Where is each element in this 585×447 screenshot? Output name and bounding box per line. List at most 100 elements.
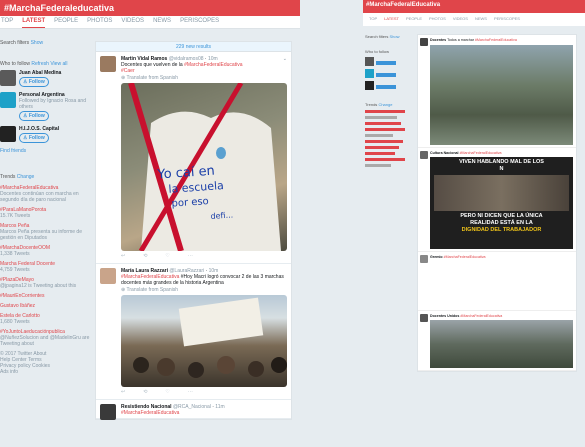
avatar[interactable] <box>0 70 16 86</box>
trend-item[interactable]: Gustavo Ibáñez <box>0 303 90 309</box>
meme-image[interactable]: VIVEN HABLANDO MAL DE LOS N PERO NI DICE… <box>430 157 573 249</box>
translate-link[interactable]: ⊕ Translate from Spanish <box>121 75 287 81</box>
trends-change[interactable]: Change <box>378 102 392 107</box>
tweet-author[interactable]: Docentes Unidos <box>430 314 459 318</box>
tab-news[interactable]: NEWS <box>153 18 171 28</box>
trend-item[interactable] <box>365 152 395 155</box>
tab-periscopes[interactable]: PERISCOPES <box>494 16 520 26</box>
tweet-photo[interactable] <box>121 295 287 387</box>
tweet-photo[interactable]: Yo caí en la escuela por eso defi... <box>121 83 287 251</box>
avatar[interactable] <box>100 268 116 284</box>
more-icon[interactable]: ··· <box>188 389 193 395</box>
tab-news[interactable]: NEWS <box>475 16 487 26</box>
avatar[interactable] <box>0 92 16 108</box>
tab-photos[interactable]: PHOTOS <box>87 18 112 28</box>
tweet[interactable]: Resistiendo Nacional @RCA_Nacional · 11m… <box>96 400 291 420</box>
trend-item[interactable]: #PlazaDeMayo @jpagina12 is Tweeting about… <box>0 277 90 289</box>
trend-item[interactable] <box>365 140 403 143</box>
tweet-photo[interactable] <box>430 320 573 368</box>
avatar[interactable] <box>365 57 374 66</box>
avatar[interactable] <box>420 255 428 263</box>
suggestion-name[interactable]: H.I.J.O.S. Capital <box>19 126 59 132</box>
tab-people[interactable]: PEOPLE <box>54 18 78 28</box>
follow-button[interactable]: ♙ Follow <box>19 111 49 121</box>
tweet[interactable]: Martin Vidal Ramos @vidalramos08 · 10m ⌄… <box>96 52 291 264</box>
tweet-author[interactable]: Gremio <box>430 255 443 259</box>
tab-latest[interactable]: LATEST <box>22 18 46 28</box>
search-filters: Search filters Show <box>0 40 90 46</box>
translate-link[interactable]: ⊕ Translate from Spanish <box>121 287 287 293</box>
avatar[interactable] <box>0 126 16 142</box>
chevron-down-icon[interactable]: ⌄ <box>283 56 287 62</box>
trend-item[interactable] <box>365 128 405 131</box>
hashtag[interactable]: #MarchaFederalEducativa <box>460 314 502 318</box>
tweet[interactable]: Docentes Todos a marchar #MarchaFederalE… <box>418 35 576 148</box>
trend-item[interactable] <box>365 122 401 125</box>
reply-icon[interactable]: ↩ <box>121 253 125 259</box>
hashtag[interactable]: #MarchaFederalEducativa <box>475 38 517 42</box>
find-friends-link[interactable]: Find friends <box>0 148 90 154</box>
tweet[interactable]: Docentes Unidos #MarchaFederalEducativa <box>418 311 576 371</box>
trend-item[interactable]: #ParaLaManoPorota 15.7K Tweets <box>0 207 90 219</box>
hashtag[interactable]: #MarchaFederalEducativa <box>121 410 287 416</box>
follow-button[interactable]: ♙ Follow <box>19 133 49 143</box>
tab-videos[interactable]: VIDEOS <box>453 16 468 26</box>
retweet-icon[interactable]: ⟲ <box>143 253 147 259</box>
trend-item[interactable]: #MarchaDocenteOOM 1,338 Tweets <box>0 245 90 257</box>
trend-item[interactable]: #YoJuntoLaeducaciónpublica @NuñezSolucion… <box>0 329 90 347</box>
avatar[interactable] <box>365 81 374 90</box>
new-results-bar[interactable]: 229 new results <box>96 42 291 52</box>
tweet-photo[interactable] <box>430 44 573 145</box>
tweet[interactable]: Gremio #MarchaFederalEducativa <box>418 252 576 311</box>
trend-item[interactable]: Marcos Peña Marcos Peña presenta su infor… <box>0 223 90 241</box>
hashtag[interactable]: #MarchaFederalEducativa <box>444 255 486 259</box>
search-filters-show[interactable]: Show <box>389 34 399 39</box>
trend-item[interactable] <box>365 110 405 113</box>
view-all-link[interactable]: View all <box>50 61 67 67</box>
hashtag[interactable]: #MarchaFederalEducativa <box>460 151 502 155</box>
tab-top[interactable]: TOP <box>1 18 13 28</box>
avatar[interactable] <box>420 38 428 46</box>
trend-item[interactable]: Marcha Federal Docente 4,759 Tweets <box>0 261 90 273</box>
retweet-icon[interactable]: ⟲ <box>143 389 147 395</box>
suggestion-name[interactable]: Juan Abal Medina <box>19 70 61 76</box>
trend-item[interactable]: Estela de Carlotto 1,680 Tweets <box>0 313 90 325</box>
refresh-link[interactable]: Refresh <box>31 61 49 67</box>
avatar[interactable] <box>420 313 428 322</box>
reply-icon[interactable]: ↩ <box>121 389 125 395</box>
avatar[interactable] <box>100 56 116 72</box>
tab-videos[interactable]: VIDEOS <box>121 18 144 28</box>
trend-item[interactable] <box>365 146 399 149</box>
avatar[interactable] <box>365 69 374 78</box>
follow-button[interactable] <box>376 73 396 77</box>
tweet-author[interactable]: Cultura Nacional <box>430 151 459 155</box>
tweet[interactable]: María Laura Razzari @LauraRazzari · 10m … <box>96 264 291 400</box>
trend-item[interactable] <box>365 158 405 161</box>
meme-text: N <box>499 166 504 172</box>
tweet-text: Todos a marchar <box>447 38 474 42</box>
follow-button[interactable]: ♙ Follow <box>19 77 49 87</box>
follow-button[interactable] <box>376 85 396 89</box>
trend-desc <box>365 164 391 167</box>
avatar[interactable] <box>100 404 116 420</box>
more-icon[interactable]: ··· <box>188 253 193 259</box>
search-filters-show[interactable]: Show <box>31 40 44 46</box>
tab-periscopes[interactable]: PERISCOPES <box>180 18 219 28</box>
tab-people[interactable]: PEOPLE <box>406 16 422 26</box>
hashtag[interactable]: #Caer <box>121 68 135 74</box>
tab-latest[interactable]: LATEST <box>384 16 399 26</box>
tweet-author[interactable]: Docentes <box>430 38 446 42</box>
tab-photos[interactable]: PHOTOS <box>429 16 446 26</box>
trends-change[interactable]: Change <box>17 174 35 180</box>
tweet[interactable]: Cultura Nacional #MarchaFederalEducativa… <box>418 148 576 252</box>
like-icon[interactable]: ♡ <box>165 389 169 395</box>
follow-button[interactable] <box>376 61 396 65</box>
trend-item[interactable]: #MauriEnCorrientes <box>0 293 90 299</box>
tab-top[interactable]: TOP <box>369 16 377 26</box>
like-icon[interactable]: ♡ <box>165 253 169 259</box>
avatar[interactable] <box>420 150 428 159</box>
tweet-time[interactable]: 11m <box>215 404 224 410</box>
trend-item[interactable]: #MarchaFederalEducativa Docentes continúa… <box>0 185 90 203</box>
meme-text: REALIDAD ESTÁ EN LA <box>470 220 533 226</box>
hashtag[interactable]: #MarchaFederalEducativa <box>184 62 242 68</box>
